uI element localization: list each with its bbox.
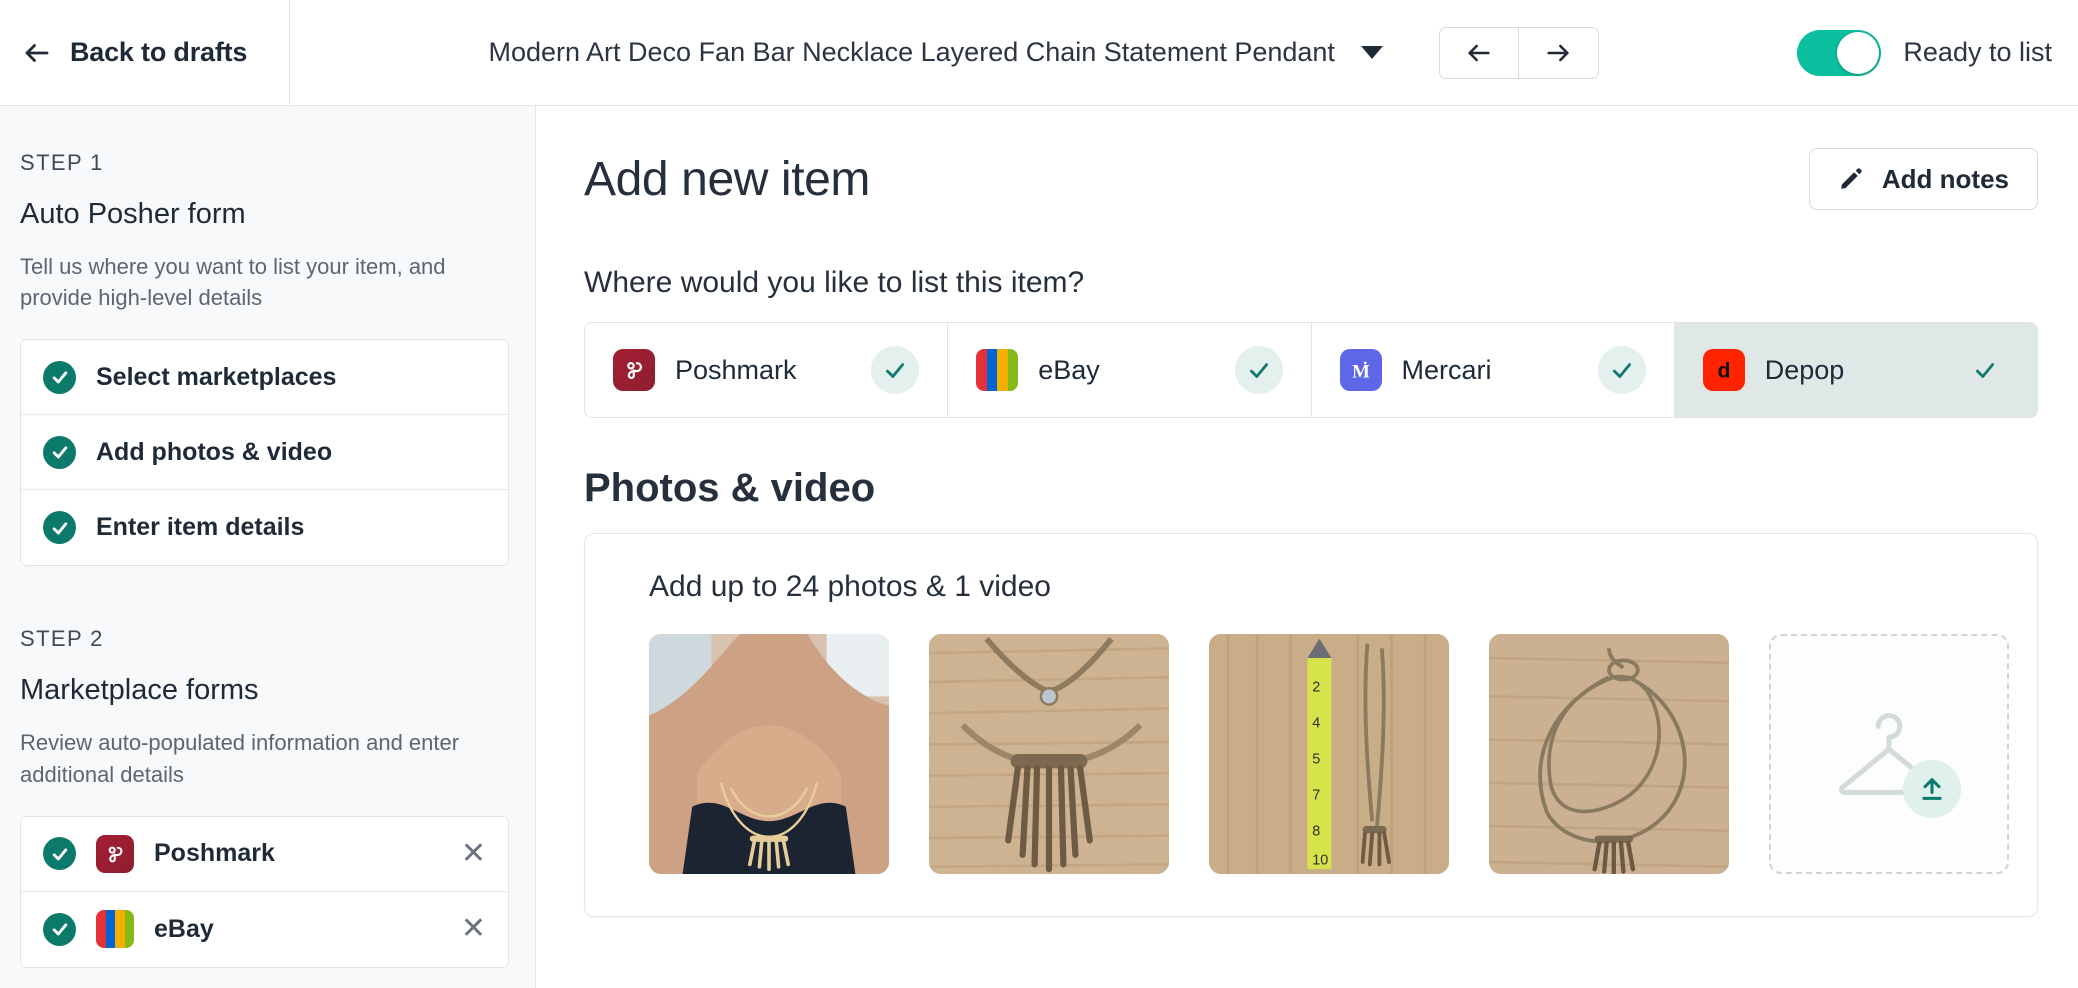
photo-thumbnail[interactable] <box>1489 634 1729 874</box>
svg-text:7: 7 <box>1312 788 1320 804</box>
ready-to-list-control: Ready to list <box>1797 0 2078 105</box>
page-title: Add new item <box>584 152 871 206</box>
marketplace-tab-label: Poshmark <box>675 354 797 385</box>
ebay-logo <box>96 910 134 949</box>
marketplace-tab-poshmark[interactable]: Poshmark <box>585 323 949 417</box>
check-circle-icon <box>43 360 76 394</box>
marketplace-tab-ebay[interactable]: eBay <box>948 323 1312 417</box>
photo-necklace-flat-lay <box>1489 634 1729 874</box>
svg-text:4: 4 <box>1312 716 1320 732</box>
svg-text:2: 2 <box>1312 680 1320 696</box>
arrow-left-icon <box>25 43 49 62</box>
step-divider-gap <box>20 566 509 626</box>
svg-text:M: M <box>1352 362 1370 383</box>
step-2-title: Marketplace forms <box>20 674 259 707</box>
close-icon[interactable]: ✕ <box>461 838 486 869</box>
add-notes-label: Add notes <box>1881 163 2009 194</box>
poshmark-logo <box>96 834 134 873</box>
step-1-title: Auto Posher form <box>20 198 246 230</box>
photo-upload-slot[interactable] <box>1769 634 2009 874</box>
check-circle-icon <box>43 912 76 946</box>
poshmark-glyph <box>108 846 123 863</box>
svg-text:8: 8 <box>1312 824 1320 840</box>
mercari-glyph: M <box>1352 362 1370 383</box>
svg-text:10: 10 <box>1312 852 1328 868</box>
check-circle-icon <box>43 435 76 469</box>
step-1-item-list: Select marketplaces Add photos & video E… <box>20 339 509 567</box>
poshmark-glyph <box>627 362 642 380</box>
marketplace-tab-label: eBay <box>1038 354 1100 385</box>
sidebar-item-label: Select marketplaces <box>96 362 337 391</box>
marketplace-tab-depop[interactable]: d Depop <box>1674 323 2037 417</box>
ready-to-list-label: Ready to list <box>1903 37 2052 67</box>
step-2-description: Review auto-populated information and en… <box>20 730 460 787</box>
item-pager <box>1438 26 1599 79</box>
chevron-down-icon[interactable] <box>1360 46 1383 59</box>
main-header: Add new item Add notes <box>584 148 2038 210</box>
close-icon[interactable]: ✕ <box>461 914 486 944</box>
arrow-left-icon <box>1468 44 1490 61</box>
photo-thumbnail[interactable] <box>929 634 1169 874</box>
sidebar-item-label: Add photos & video <box>96 437 333 466</box>
photos-panel: Add up to 24 photos & 1 video 2 4 5 7 8 … <box>584 533 2038 917</box>
top-bar: Back to drafts Modern Art Deco Fan Bar N… <box>0 0 2078 106</box>
poshmark-logo <box>613 349 655 391</box>
next-item-button[interactable] <box>1518 27 1598 78</box>
marketplace-tabs: Poshmark eBay M Mercari d Depop <box>584 322 2038 418</box>
selected-check-icon <box>1597 346 1646 394</box>
sidebar-item-ebay[interactable]: eBay ✕ <box>21 891 508 967</box>
photo-thumbnail-list: 2 4 5 7 8 10 <box>649 634 2037 874</box>
arrow-right-icon <box>1547 44 1570 61</box>
pencil-icon <box>1841 168 1862 189</box>
photos-section-title: Photos & video <box>584 466 876 510</box>
photo-thumbnail[interactable] <box>649 634 889 874</box>
sidebar-item-label: eBay <box>154 914 214 943</box>
ebay-logo <box>976 349 1019 391</box>
item-title: Modern Art Deco Fan Bar Necklace Layered… <box>488 37 1335 67</box>
svg-text:5: 5 <box>1312 752 1320 768</box>
sidebar-item-add-photos-video[interactable]: Add photos & video <box>21 415 508 491</box>
add-notes-button[interactable]: Add notes <box>1808 148 2038 210</box>
previous-item-button[interactable] <box>1439 27 1519 78</box>
marketplace-tab-label: Mercari <box>1401 354 1492 385</box>
photo-pendant-closeup <box>929 634 1169 874</box>
step-2-kicker: STEP 2 <box>20 626 104 652</box>
selected-check-icon <box>1961 346 2009 394</box>
body-wrapper: STEP 1 Auto Posher form Tell us where yo… <box>0 106 2078 988</box>
sidebar-item-label: Poshmark <box>154 839 275 868</box>
toggle-knob <box>1837 31 1880 74</box>
sidebar-item-label: Enter item details <box>96 513 305 542</box>
step-2-marketplace-list: Poshmark ✕ eBay ✕ <box>20 815 509 968</box>
sidebar-item-poshmark[interactable]: Poshmark ✕ <box>21 816 508 892</box>
sidebar-item-enter-item-details[interactable]: Enter item details <box>21 490 508 566</box>
photo-necklace-with-tape-measure: 2 4 5 7 8 10 <box>1209 634 1449 874</box>
depop-glyph: d <box>1717 359 1730 383</box>
back-to-drafts-label: Back to drafts <box>70 37 248 67</box>
photos-subtitle: Add up to 24 photos & 1 video <box>649 570 1051 603</box>
marketplace-question: Where would you like to list this item? <box>584 266 1085 299</box>
selected-check-icon <box>871 346 920 394</box>
svg-text:d: d <box>1717 359 1730 383</box>
photo-thumbnail[interactable]: 2 4 5 7 8 10 <box>1209 634 1449 874</box>
marketplace-tab-mercari[interactable]: M Mercari <box>1311 323 1675 417</box>
main-content: Add new item Add notes Where would you l… <box>536 106 2078 988</box>
ready-to-list-toggle[interactable] <box>1797 29 1882 76</box>
back-to-drafts-button[interactable]: Back to drafts <box>0 0 290 105</box>
hanger-upload-icon <box>1823 694 1961 818</box>
mercari-logo: M <box>1339 349 1382 391</box>
depop-logo: d <box>1702 349 1745 391</box>
sidebar-item-select-marketplaces[interactable]: Select marketplaces <box>21 340 508 416</box>
selected-check-icon <box>1234 346 1283 394</box>
upload-badge <box>1903 760 1961 818</box>
upload-icon <box>1922 778 1942 800</box>
marketplace-tab-label: Depop <box>1764 354 1845 385</box>
step-1-kicker: STEP 1 <box>20 150 104 175</box>
title-zone: Modern Art Deco Fan Bar Necklace Layered… <box>290 0 1797 105</box>
step-1-description: Tell us where you want to list your item… <box>20 254 446 311</box>
sidebar: STEP 1 Auto Posher form Tell us where yo… <box>0 106 536 988</box>
check-circle-icon <box>43 837 76 871</box>
check-circle-icon <box>43 511 76 545</box>
photo-model-wearing-necklace <box>649 634 889 874</box>
